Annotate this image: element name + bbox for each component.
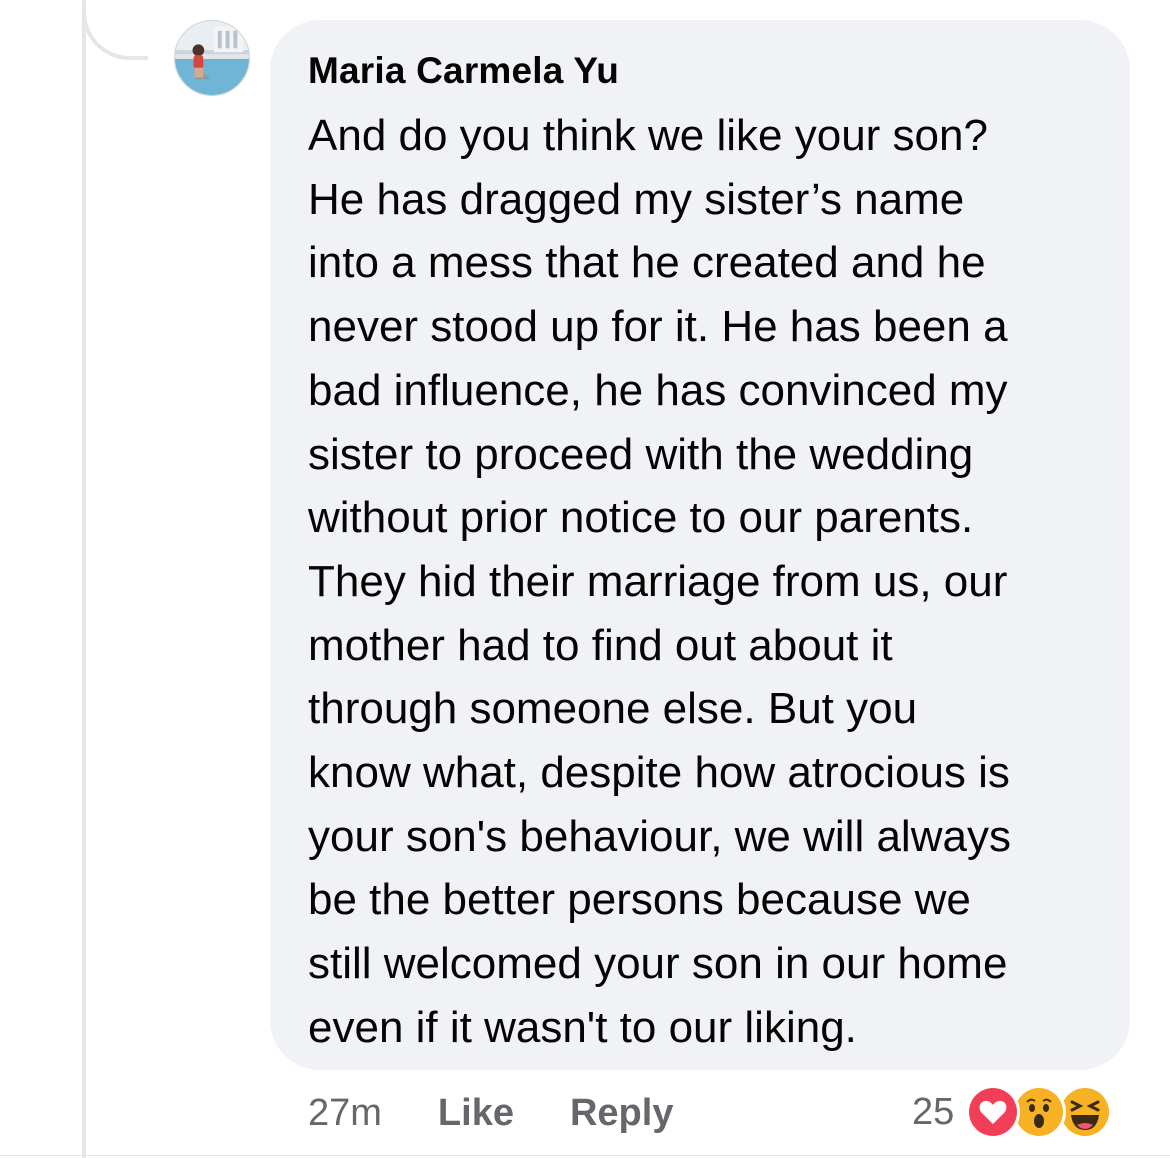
- comment-actions: 27m Like Reply: [308, 1088, 729, 1138]
- reply-button[interactable]: Reply: [570, 1092, 673, 1135]
- comment-author-name[interactable]: Maria Carmela Yu: [308, 46, 1100, 96]
- haha-reaction-icon: [1058, 1085, 1113, 1139]
- comment-bubble: Maria Carmela Yu And do you think we lik…: [270, 20, 1130, 1070]
- love-reaction-icon: [966, 1085, 1021, 1139]
- divider: [0, 1155, 1170, 1156]
- thread-connector: [82, 0, 148, 60]
- reaction-count: 25: [912, 1090, 955, 1133]
- like-button[interactable]: Like: [438, 1092, 514, 1135]
- comment-timestamp[interactable]: 27m: [308, 1092, 382, 1135]
- reactions-summary[interactable]: 25: [912, 1084, 1113, 1140]
- wow-reaction-icon: [1012, 1085, 1067, 1139]
- avatar[interactable]: [174, 20, 250, 96]
- avatar-photo: [175, 21, 249, 95]
- comment-text: And do you think we like your son? He ha…: [308, 111, 1011, 1052]
- thread-line: [82, 0, 86, 1158]
